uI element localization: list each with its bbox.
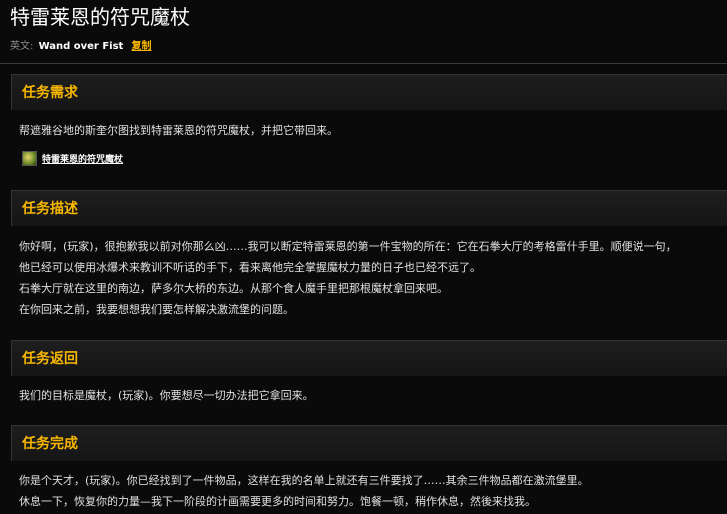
- requirements-text: 帮遮雅谷地的斯奎尔图找到特雷莱恩的符咒魔杖，并把它带回来。: [19, 120, 338, 141]
- copy-link[interactable]: 复制: [132, 41, 152, 52]
- english-name-row: 英文: Wand over Fist 复制: [10, 40, 152, 54]
- description-line: 你好啊，(玩家)，很抱歉我以前对你那么凶……我可以断定特雷莱恩的第一件宝物的所在…: [19, 240, 677, 253]
- english-label: 英文:: [10, 41, 34, 52]
- section-header-description: 任务描述: [11, 190, 727, 226]
- complete-text: 你是个天才，(玩家)。你已经找到了一件物品，这样在我的名单上就还有三件要找了………: [19, 470, 589, 512]
- section-heading-description: 任务描述: [22, 201, 78, 217]
- english-name: Wand over Fist: [38, 41, 124, 52]
- requirements-line: 帮遮雅谷地的斯奎尔图找到特雷莱恩的符咒魔杖，并把它带回来。: [19, 124, 338, 137]
- complete-line: 休息一下，恢复你的力量—我下一阶段的计画需要更多的时间和努力。饱餐一顿，稍作休息…: [19, 495, 536, 508]
- section-heading-complete: 任务完成: [22, 436, 78, 452]
- complete-line: 你是个天才，(玩家)。你已经找到了一件物品，这样在我的名单上就还有三件要找了………: [19, 474, 589, 487]
- quest-item-link[interactable]: 特雷莱恩的符咒魔杖: [42, 155, 123, 165]
- section-header-requirements: 任务需求: [11, 74, 727, 110]
- title-divider: [0, 63, 727, 64]
- description-line: 他已经可以使用冰爆术来教训不听话的手下，看来离他完全掌握魔杖力量的日子也已经不远…: [19, 261, 481, 274]
- return-line: 我们的目标是魔杖，(玩家)。你要想尽一切办法把它拿回来。: [19, 389, 314, 402]
- section-header-return: 任务返回: [11, 340, 727, 376]
- wand-item-icon[interactable]: [22, 151, 37, 166]
- quest-item[interactable]: 特雷莱恩的符咒魔杖: [22, 148, 123, 166]
- section-heading-requirements: 任务需求: [22, 85, 78, 101]
- return-text: 我们的目标是魔杖，(玩家)。你要想尽一切办法把它拿回来。: [19, 385, 314, 406]
- section-header-complete: 任务完成: [11, 425, 727, 461]
- description-line: 石拳大厅就在这里的南边，萨多尔大桥的东边。从那个食人魔手里把那根魔杖拿回来吧。: [19, 282, 448, 295]
- section-heading-return: 任务返回: [22, 351, 78, 367]
- description-line: 在你回来之前，我要想想我们要怎样解决激流堡的问题。: [19, 303, 294, 316]
- page-title: 特雷莱恩的符咒魔杖: [10, 5, 190, 29]
- quest-page: 特雷莱恩的符咒魔杖 英文: Wand over Fist 复制 任务需求 帮遮雅…: [0, 0, 727, 514]
- description-text: 你好啊，(玩家)，很抱歉我以前对你那么凶……我可以断定特雷莱恩的第一件宝物的所在…: [19, 236, 677, 320]
